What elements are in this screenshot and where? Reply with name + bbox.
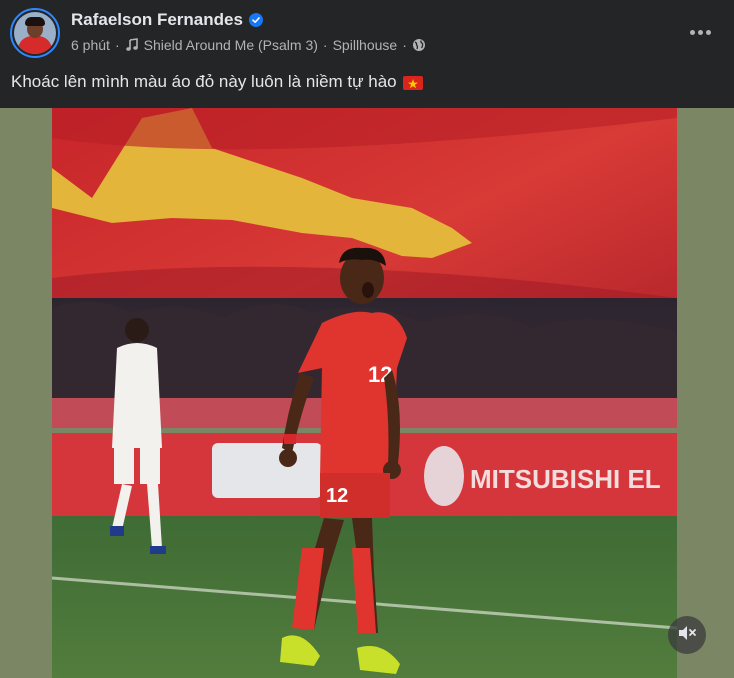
post-header: Rafaelson Fernandes 6 phút · Shield Arou… [10,8,734,60]
song-artist[interactable]: Spillhouse [333,37,398,53]
speaker-muted-icon [677,624,697,647]
post-caption: Khoác lên mình màu áo đỏ này luôn là niề… [11,72,423,92]
post-timestamp[interactable]: 6 phút [71,37,110,53]
author-avatar[interactable] [10,8,60,58]
verified-badge-icon [248,13,263,27]
more-options-icon [689,29,695,35]
mute-toggle-button[interactable] [668,616,706,654]
author-row: Rafaelson Fernandes [71,10,263,30]
post-photo[interactable]: MITSUBISHI EL 12 12 [52,108,677,678]
post-meta: 6 phút · Shield Around Me (Psalm 3) · Sp… [71,37,426,53]
music-note-icon [125,38,139,52]
meta-separator: · [322,37,328,53]
author-name[interactable]: Rafaelson Fernandes [71,10,243,30]
more-dot [697,29,703,35]
feed-post: Rafaelson Fernandes 6 phút · Shield Arou… [0,0,734,678]
football-photo: MITSUBISHI EL 12 12 [52,108,677,678]
avatar-image [14,12,56,54]
globe-icon[interactable] [412,38,426,52]
more-dot [705,29,711,35]
caption-text: Khoác lên mình màu áo đỏ này luôn là niề… [11,72,397,91]
meta-separator: · [114,37,120,53]
song-title[interactable]: Shield Around Me (Psalm 3) [144,37,318,53]
more-options-button[interactable] [682,20,718,44]
jersey-number-shorts: 12 [326,485,348,507]
meta-separator: · [402,37,407,53]
banner-text: MITSUBISHI EL [470,464,661,494]
vietnam-flag-icon [402,75,423,90]
post-media[interactable]: MITSUBISHI EL 12 12 [0,108,734,678]
